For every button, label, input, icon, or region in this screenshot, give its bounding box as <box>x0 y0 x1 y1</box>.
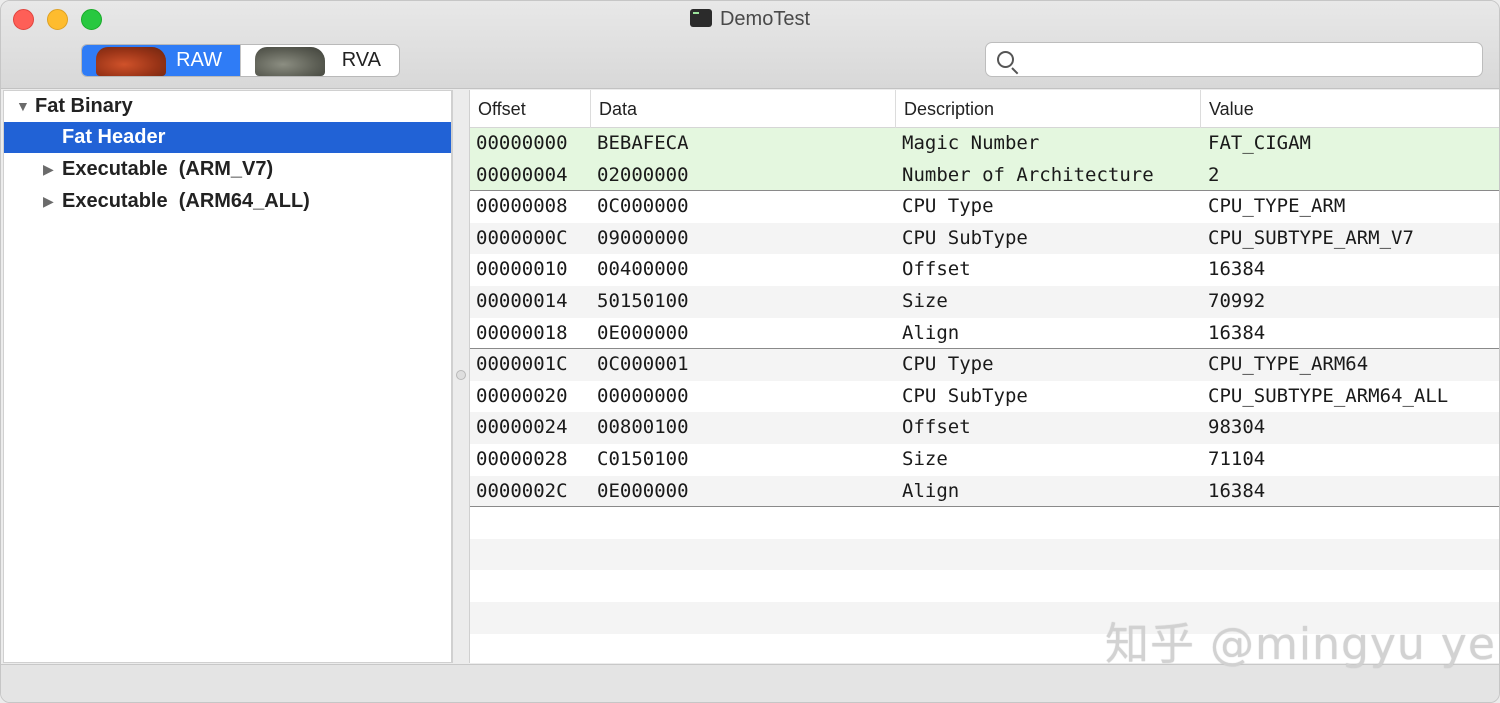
cell-description: Align <box>902 479 960 502</box>
column-header-offset[interactable]: Offset <box>470 90 591 128</box>
app-window: DemoTest RAW RVA ▼ Fat Binary Fat Header <box>0 0 1500 703</box>
cell-offset: 00000014 <box>476 290 568 312</box>
tree-item-fat-binary[interactable]: ▼ Fat Binary <box>4 91 451 122</box>
column-header-value[interactable]: Value <box>1201 90 1499 128</box>
rva-mode-icon <box>255 47 325 76</box>
empty-row <box>470 507 1499 539</box>
cell-value: CPU_TYPE_ARM <box>1208 195 1346 218</box>
tree-item-label: Executable (ARM_V7) <box>62 158 274 180</box>
cell-offset: 00000008 <box>476 195 568 218</box>
fields-table: Offset Data Description Value 00000000 B… <box>470 90 1499 663</box>
watermark-text: 知乎 @mingyu ye <box>1105 619 1496 670</box>
search-icon <box>997 51 1014 68</box>
cell-offset: 00000020 <box>476 384 568 407</box>
cell-offset: 0000001C <box>476 353 568 376</box>
tree-item-fat-header[interactable]: Fat Header <box>4 122 451 153</box>
cell-offset: 00000028 <box>476 448 568 470</box>
table-row[interactable]: 00000000 BEBAFECA Magic Number FAT_CIGAM <box>470 128 1499 160</box>
cell-value: 98304 <box>1208 416 1266 439</box>
cell-offset: 00000018 <box>476 321 568 344</box>
cell-value: 70992 <box>1208 290 1266 312</box>
cell-offset: 00000010 <box>476 258 568 281</box>
cell-offset: 0000002C <box>476 479 568 502</box>
cell-value: 16384 <box>1208 479 1266 502</box>
cell-data: 00800100 <box>597 416 689 439</box>
cell-data: C0150100 <box>597 448 689 470</box>
table-row[interactable]: 0000001C 0C000001 CPU Type CPU_TYPE_ARM6… <box>470 349 1499 381</box>
cell-value: 71104 <box>1208 448 1266 470</box>
tree-item-executable-arm64-all[interactable]: ▶ Executable (ARM64_ALL) <box>4 186 451 217</box>
cell-description: Offset <box>902 416 971 439</box>
table-row[interactable]: 00000020 00000000 CPU SubType CPU_SUBTYP… <box>470 380 1499 413</box>
rva-mode-label: RVA <box>341 49 381 71</box>
terminal-icon <box>689 9 712 27</box>
cell-value: CPU_SUBTYPE_ARM64_ALL <box>1208 384 1449 407</box>
cell-description: CPU Type <box>902 195 994 218</box>
cell-value: 16384 <box>1208 258 1266 281</box>
disclosure-triangle-collapsed-icon[interactable]: ▶ <box>43 154 54 185</box>
cell-data: 50150100 <box>597 290 689 312</box>
empty-row <box>470 570 1499 602</box>
table-row[interactable]: 00000014 50150100 Size 70992 <box>470 286 1499 318</box>
cell-offset: 0000000C <box>476 226 568 249</box>
cell-value: CPU_SUBTYPE_ARM_V7 <box>1208 226 1414 249</box>
split-view-divider[interactable] <box>452 90 470 663</box>
table-row[interactable]: 0000002C 0E000000 Align 16384 <box>470 475 1499 508</box>
cell-description: CPU Type <box>902 353 994 376</box>
cell-data: 0E000000 <box>597 479 689 502</box>
cell-data: 0E000000 <box>597 321 689 344</box>
cell-description: Magic Number <box>902 132 1040 154</box>
cell-description: Align <box>902 321 960 344</box>
window-title-area: DemoTest <box>1 8 1499 31</box>
disclosure-triangle-expanded-icon[interactable]: ▼ <box>16 91 30 122</box>
table-row[interactable]: 00000028 C0150100 Size 71104 <box>470 444 1499 476</box>
cell-value: CPU_TYPE_ARM64 <box>1208 353 1369 376</box>
cell-description: CPU SubType <box>902 384 1028 407</box>
raw-mode-button[interactable]: RAW <box>82 45 240 76</box>
search-field[interactable] <box>985 42 1483 77</box>
cell-description: CPU SubType <box>902 226 1028 249</box>
table-row[interactable]: 0000000C 09000000 CPU SubType CPU_SUBTYP… <box>470 222 1499 255</box>
table-header: Offset Data Description Value <box>470 90 1499 128</box>
cell-offset: 00000024 <box>476 416 568 439</box>
table-row[interactable]: 00000010 00400000 Offset 16384 <box>470 254 1499 286</box>
window-title: DemoTest <box>719 8 811 30</box>
cell-value: 16384 <box>1208 321 1266 344</box>
table-row[interactable]: 00000008 0C000000 CPU Type CPU_TYPE_ARM <box>470 191 1499 223</box>
tree-item-label: Fat Binary <box>35 95 133 117</box>
cell-data: 00400000 <box>597 258 689 281</box>
cell-data: 0C000000 <box>597 195 689 218</box>
raw-mode-label: RAW <box>176 49 222 71</box>
column-header-description[interactable]: Description <box>896 90 1201 128</box>
tree-item-executable-arm-v7[interactable]: ▶ Executable (ARM_V7) <box>4 154 451 185</box>
tree-item-label: Executable (ARM64_ALL) <box>62 190 310 212</box>
table-row[interactable]: 00000024 00800100 Offset 98304 <box>470 412 1499 444</box>
rva-mode-button[interactable]: RVA <box>240 45 399 76</box>
cell-data: 00000000 <box>597 384 689 407</box>
cell-description: Size <box>902 290 948 312</box>
search-input[interactable] <box>1024 45 1474 74</box>
tree-item-label: Fat Header <box>62 126 166 148</box>
cell-value: FAT_CIGAM <box>1208 132 1311 154</box>
cell-description: Offset <box>902 258 971 281</box>
raw-mode-icon <box>96 47 166 76</box>
cell-description: Size <box>902 448 948 470</box>
cell-value: 2 <box>1208 163 1220 186</box>
table-row[interactable]: 00000004 02000000 Number of Architecture… <box>470 159 1499 192</box>
disclosure-triangle-collapsed-icon[interactable]: ▶ <box>43 186 54 217</box>
cell-data: 0C000001 <box>597 353 689 376</box>
table-row[interactable]: 00000018 0E000000 Align 16384 <box>470 317 1499 350</box>
divider-handle-icon[interactable] <box>456 370 466 380</box>
cell-data: BEBAFECA <box>597 132 689 154</box>
empty-row <box>470 538 1499 571</box>
address-mode-segmented-control: RAW RVA <box>81 44 400 77</box>
cell-data: 02000000 <box>597 163 689 186</box>
cell-offset: 00000000 <box>476 132 568 154</box>
column-header-data[interactable]: Data <box>591 90 896 128</box>
title-bar: DemoTest RAW RVA <box>1 1 1499 89</box>
cell-offset: 00000004 <box>476 163 568 186</box>
cell-description: Number of Architecture <box>902 163 1154 186</box>
sidebar-outline: ▼ Fat Binary Fat Header ▶ Executable (AR… <box>3 90 452 663</box>
cell-data: 09000000 <box>597 226 689 249</box>
